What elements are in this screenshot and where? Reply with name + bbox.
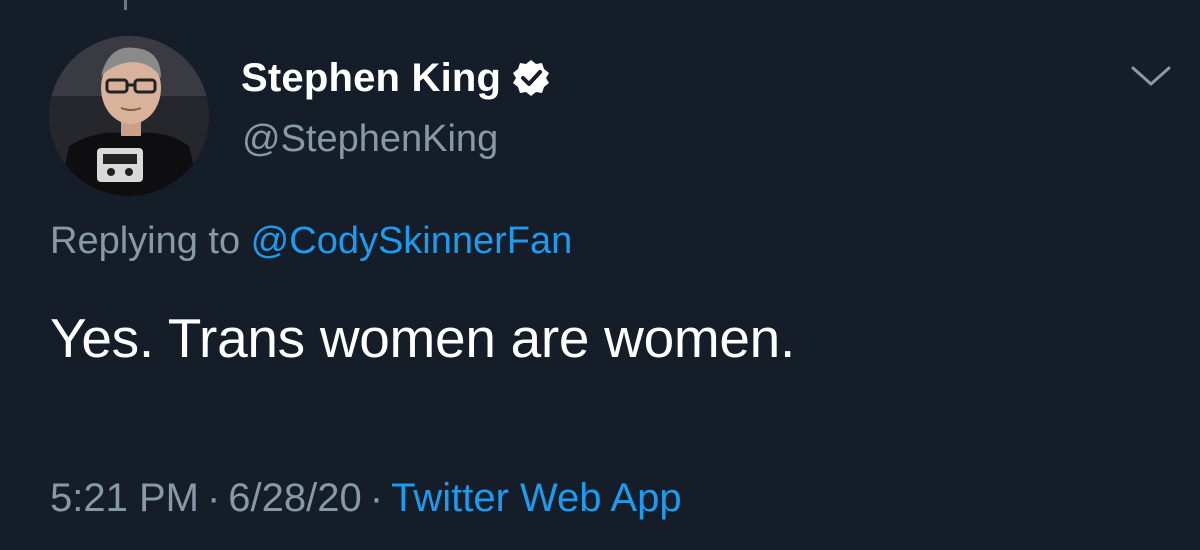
author-name-row[interactable]: Stephen King bbox=[241, 53, 551, 103]
thread-connector-line bbox=[124, 0, 127, 10]
avatar-photo bbox=[49, 36, 209, 196]
chevron-down-icon[interactable] bbox=[1126, 58, 1176, 94]
replying-to-label: Replying to bbox=[50, 220, 251, 262]
avatar[interactable] bbox=[49, 36, 209, 196]
tweet-meta-row: 5:21 PM · 6/28/20 · Twitter Web App bbox=[50, 476, 682, 521]
author-handle[interactable]: @StephenKing bbox=[242, 118, 498, 161]
author-display-name[interactable]: Stephen King bbox=[241, 56, 501, 101]
replying-to-line: Replying to @CodySkinnerFan bbox=[50, 220, 572, 263]
verified-badge-icon bbox=[511, 58, 551, 98]
tweet-text: Yes. Trans women are women. bbox=[50, 307, 795, 369]
meta-separator: · bbox=[369, 476, 384, 520]
tweet-time[interactable]: 5:21 PM bbox=[50, 476, 199, 520]
reply-to-handle-link[interactable]: @CodySkinnerFan bbox=[251, 220, 573, 262]
tweet-card: Stephen King @StephenKing Replying to @C… bbox=[0, 0, 1200, 550]
tweet-date[interactable]: 6/28/20 bbox=[228, 476, 361, 520]
tweet-source-link[interactable]: Twitter Web App bbox=[391, 476, 682, 520]
meta-separator: · bbox=[206, 476, 221, 520]
